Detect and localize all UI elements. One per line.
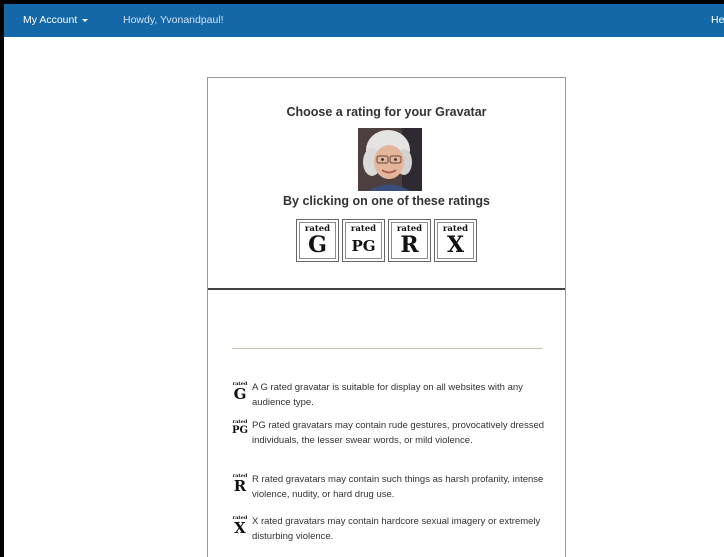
- rating-g-text: A G rated gravatar is suitable for displ…: [252, 382, 523, 408]
- rating-x-letter: X: [446, 232, 465, 258]
- my-account-menu[interactable]: My Account: [23, 14, 89, 26]
- rating-pg-icon-letter: PG: [231, 425, 249, 436]
- help-link[interactable]: He: [711, 14, 724, 26]
- rating-pg-small: rated: [350, 224, 377, 234]
- rating-r-icon: rated R: [230, 473, 250, 495]
- horizontal-rule: [232, 348, 542, 349]
- section-divider: [208, 288, 565, 290]
- rating-pg-icon: rated PG: [230, 419, 250, 441]
- rating-g-icon-letter: G: [233, 385, 247, 403]
- rating-x-badge: rated X: [437, 222, 474, 259]
- top-bar: My Account Howdy, Yvonandpaul! He: [4, 4, 724, 37]
- rating-r-button[interactable]: rated R: [388, 219, 431, 262]
- rating-x-icon-letter: X: [234, 519, 246, 537]
- rating-r-description: rated R R rated gravatars may contain su…: [230, 472, 546, 502]
- rating-x-text: X rated gravatars may contain hardcore s…: [252, 516, 541, 542]
- browser-viewport: My Account Howdy, Yvonandpaul! He Choose…: [4, 4, 724, 557]
- rating-g-description: rated G A G rated gravatar is suitable f…: [230, 380, 546, 410]
- rating-panel: Choose a rating for your Gravatar By cli…: [207, 77, 566, 557]
- rating-r-text: R rated gravatars may contain such thing…: [252, 474, 544, 500]
- rating-x-button[interactable]: rated X: [434, 219, 477, 262]
- greeting-text: Howdy, Yvonandpaul!: [123, 14, 224, 26]
- my-account-label: My Account: [23, 14, 78, 26]
- rating-r-badge: rated R: [391, 222, 428, 259]
- rating-pg-text: PG rated gravatars may contain rude gest…: [252, 420, 545, 446]
- rating-pg-badge: rated PG: [345, 222, 382, 259]
- chevron-down-icon: [82, 18, 89, 22]
- rating-r-letter: R: [400, 232, 419, 258]
- rating-pg-letter: PG: [351, 237, 376, 255]
- gravatar-image[interactable]: [358, 128, 422, 191]
- rating-pg-description: rated PG PG rated gravatars may contain …: [230, 418, 546, 448]
- panel-title: Choose a rating for your Gravatar: [286, 105, 487, 119]
- rating-x-description: rated X X rated gravatars may contain ha…: [230, 514, 546, 544]
- rating-pg-button[interactable]: rated PG: [342, 219, 385, 262]
- rating-r-icon-letter: R: [233, 477, 247, 495]
- rating-x-icon: rated X: [230, 515, 250, 537]
- rating-g-letter: G: [308, 232, 327, 258]
- rating-g-icon: rated G: [230, 381, 250, 403]
- rating-g-button[interactable]: rated G: [296, 219, 339, 262]
- panel-subtitle: By clicking on one of these ratings: [283, 194, 490, 208]
- rating-g-badge: rated G: [299, 222, 336, 259]
- avatar-photo: [358, 128, 422, 191]
